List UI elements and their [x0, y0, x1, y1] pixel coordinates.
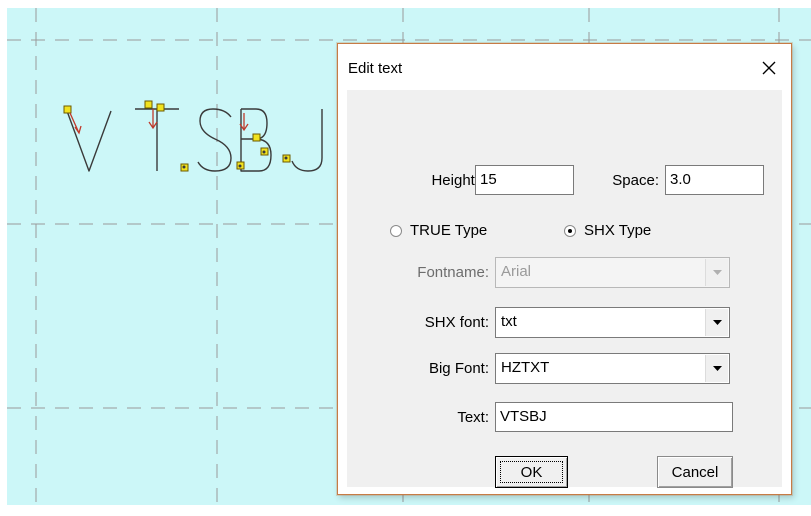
fontname-label: Fontname:: [417, 264, 489, 281]
grip-dot: [238, 164, 242, 168]
fontname-value: Arial: [501, 263, 532, 280]
grip-dot: [284, 156, 288, 160]
fontname-select: Arial: [495, 257, 730, 288]
radio-true-type-dot: [390, 224, 402, 237]
height-input[interactable]: 15: [475, 165, 574, 195]
grip-marker-v: [63, 105, 72, 114]
text-input[interactable]: VTSBJ: [495, 402, 733, 432]
grip-marker-t: [144, 100, 153, 109]
shx-font-value: txt: [501, 313, 517, 330]
dialog-body: Height: 15 Space: 3.0 TRUE Type SHX Type…: [347, 90, 782, 488]
height-label: Height:: [431, 172, 479, 189]
dialog-titlebar[interactable]: Edit text: [338, 44, 791, 90]
text-label: Text:: [457, 409, 489, 426]
big-font-select[interactable]: HZTXT: [495, 353, 730, 384]
edit-text-dialog: Edit text Height: 15 Space: 3.0 TRUE Typ…: [337, 43, 792, 495]
grip-marker-t2: [156, 103, 165, 112]
big-font-value: HZTXT: [501, 359, 550, 376]
space-label: Space:: [612, 172, 659, 189]
radio-shx-type[interactable]: SHX Type: [564, 222, 651, 239]
dialog-title: Edit text: [348, 60, 403, 77]
grip-marker-b2: [252, 133, 261, 142]
arrow-marker-t: [148, 109, 158, 130]
close-button[interactable]: [751, 52, 787, 84]
close-icon: [762, 61, 776, 75]
shx-font-label: SHX font:: [424, 314, 489, 331]
chevron-down-icon: [712, 366, 722, 371]
radio-true-type[interactable]: TRUE Type: [390, 222, 487, 239]
glyph-j: [291, 109, 323, 172]
grip-markers: [63, 100, 291, 172]
shx-font-select[interactable]: txt: [495, 307, 730, 338]
grip-dot: [262, 150, 266, 154]
space-input[interactable]: 3.0: [665, 165, 764, 195]
big-font-dropdown-arrow[interactable]: [705, 355, 728, 382]
radio-true-type-label: TRUE Type: [410, 222, 488, 239]
big-font-label: Big Font:: [428, 360, 489, 377]
chevron-down-icon: [712, 320, 722, 325]
grip-dot: [182, 165, 186, 169]
ok-button[interactable]: OK: [495, 456, 568, 488]
radio-shx-type-dot: [564, 224, 576, 237]
cancel-button[interactable]: Cancel: [657, 456, 733, 488]
fontname-dropdown-arrow: [705, 259, 728, 286]
radio-shx-type-label: SHX Type: [584, 222, 652, 239]
glyph-s: [197, 108, 232, 172]
shx-font-dropdown-arrow[interactable]: [705, 309, 728, 336]
chevron-down-icon: [712, 270, 722, 275]
